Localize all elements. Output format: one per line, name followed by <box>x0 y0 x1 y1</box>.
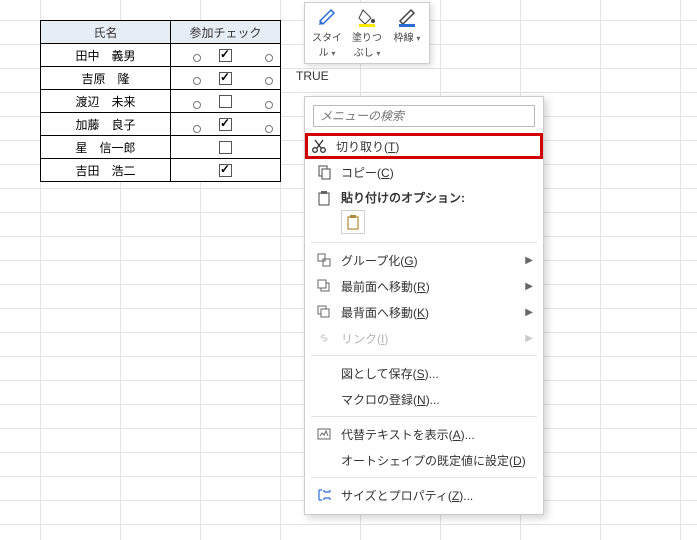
cell-name: 渡辺 未来 <box>41 90 171 113</box>
style-icon <box>317 7 337 27</box>
menu-search-wrap <box>313 105 535 127</box>
menu-send-back[interactable]: 最背面へ移動(K) ▶ <box>305 299 543 325</box>
selection-handle[interactable] <box>265 101 273 109</box>
menu-separator <box>311 477 537 478</box>
menu-save-as-picture[interactable]: 図として保存(S)... <box>305 360 543 386</box>
checkbox[interactable] <box>219 118 232 131</box>
menu-size-props[interactable]: サイズとプロパティ(Z)... <box>305 482 543 508</box>
submenu-arrow-icon: ▶ <box>525 307 533 318</box>
submenu-arrow-icon: ▶ <box>525 255 533 266</box>
send-back-icon <box>313 304 335 320</box>
menu-paste-options-row: 貼り付けのオプション: <box>305 185 543 208</box>
link-icon <box>313 330 335 346</box>
style-label: スタイ ル <box>312 33 342 59</box>
cell-check <box>171 159 281 182</box>
cell-check <box>171 113 281 136</box>
menu-save-as-picture-label: 図として保存(S)... <box>341 365 533 382</box>
copy-icon <box>313 164 335 180</box>
table-row: 田中 義男 <box>41 44 281 67</box>
menu-copy-label: コピー(C) <box>341 164 533 181</box>
cell-name: 星 信一郎 <box>41 136 171 159</box>
cell-name: 吉原 隆 <box>41 67 171 90</box>
menu-group[interactable]: グループ化(G) ▶ <box>305 247 543 273</box>
style-button[interactable]: スタイ ル ▾ <box>307 5 347 61</box>
border-button[interactable]: 枠線 ▾ <box>387 5 427 61</box>
clipboard-icon <box>345 214 361 230</box>
cell-check <box>171 67 281 90</box>
table-row: 吉原 隆 <box>41 67 281 90</box>
menu-set-autoshape-default[interactable]: オートシェイプの既定値に設定(D) <box>305 447 543 473</box>
checkbox[interactable] <box>219 141 232 154</box>
menu-separator <box>311 355 537 356</box>
formula-result: TRUE <box>294 69 331 83</box>
paste-option-button[interactable] <box>341 210 365 234</box>
fill-button[interactable]: 塗りつ ぶし ▾ <box>347 5 387 61</box>
menu-set-autoshape-default-label: オートシェイプの既定値に設定(D) <box>341 452 533 469</box>
header-name: 氏名 <box>41 21 171 44</box>
menu-send-back-label: 最背面へ移動(K) <box>341 304 525 321</box>
selection-handle[interactable] <box>265 77 273 85</box>
selection-handle[interactable] <box>265 54 273 62</box>
submenu-arrow-icon: ▶ <box>525 281 533 292</box>
checkbox[interactable] <box>219 72 232 85</box>
menu-cut[interactable]: 切り取り(T) <box>305 133 543 159</box>
table-row: 吉田 浩二 <box>41 159 281 182</box>
menu-alt-text-label: 代替テキストを表示(A)... <box>341 426 533 443</box>
header-check: 参加チェック <box>171 21 281 44</box>
selection-handle[interactable] <box>193 101 201 109</box>
selection-handle[interactable] <box>193 125 201 133</box>
dropdown-icon: ▾ <box>331 49 335 58</box>
menu-bring-front-label: 最前面へ移動(R) <box>341 278 525 295</box>
table-row: 加藤 良子 <box>41 113 281 136</box>
selection-handle[interactable] <box>193 77 201 85</box>
cell-check <box>171 44 281 67</box>
cell-check <box>171 136 281 159</box>
alt-text-icon <box>313 426 335 442</box>
submenu-arrow-icon: ▶ <box>525 333 533 344</box>
cell-name: 田中 義男 <box>41 44 171 67</box>
cut-icon <box>308 138 330 154</box>
mini-toolbar: スタイ ル ▾ 塗りつ ぶし ▾ 枠線 ▾ <box>304 2 430 64</box>
menu-group-label: グループ化(G) <box>341 252 525 269</box>
group-icon <box>313 252 335 268</box>
selection-handle[interactable] <box>193 54 201 62</box>
border-label: 枠線 <box>394 33 414 44</box>
checkbox[interactable] <box>219 95 232 108</box>
menu-assign-macro-label: マクロの登録(N)... <box>341 391 533 408</box>
participants-table: 氏名 参加チェック 田中 義男 吉原 隆 渡辺 未来 加藤 良子 星 信一郎 吉… <box>40 20 281 182</box>
menu-alt-text[interactable]: 代替テキストを表示(A)... <box>305 421 543 447</box>
menu-separator <box>311 242 537 243</box>
menu-paste-options-label: 貼り付けのオプション: <box>341 189 465 206</box>
menu-link-label: リンク(I) <box>341 330 525 347</box>
context-menu: 切り取り(T) コピー(C) 貼り付けのオプション: グループ化(G) ▶ 最 <box>304 96 544 515</box>
selection-handle[interactable] <box>265 125 273 133</box>
checkbox[interactable] <box>219 49 232 62</box>
menu-bring-front[interactable]: 最前面へ移動(R) ▶ <box>305 273 543 299</box>
cell-name: 加藤 良子 <box>41 113 171 136</box>
menu-assign-macro[interactable]: マクロの登録(N)... <box>305 386 543 412</box>
cell-name: 吉田 浩二 <box>41 159 171 182</box>
menu-copy[interactable]: コピー(C) <box>305 159 543 185</box>
menu-separator <box>311 416 537 417</box>
fill-icon <box>357 7 377 27</box>
checkbox[interactable] <box>219 164 232 177</box>
dropdown-icon: ▾ <box>376 49 380 58</box>
paste-icon <box>313 190 335 206</box>
table-row: 渡辺 未来 <box>41 90 281 113</box>
menu-size-props-label: サイズとプロパティ(Z)... <box>341 487 533 504</box>
size-icon <box>313 487 335 503</box>
dropdown-icon: ▾ <box>416 34 420 43</box>
border-icon <box>397 7 417 27</box>
cell-check <box>171 90 281 113</box>
menu-cut-label: 切り取り(T) <box>336 138 540 155</box>
menu-link: リンク(I) ▶ <box>305 325 543 351</box>
paste-options-icons <box>305 208 543 238</box>
table-row: 星 信一郎 <box>41 136 281 159</box>
menu-search-input[interactable] <box>313 105 535 127</box>
bring-front-icon <box>313 278 335 294</box>
